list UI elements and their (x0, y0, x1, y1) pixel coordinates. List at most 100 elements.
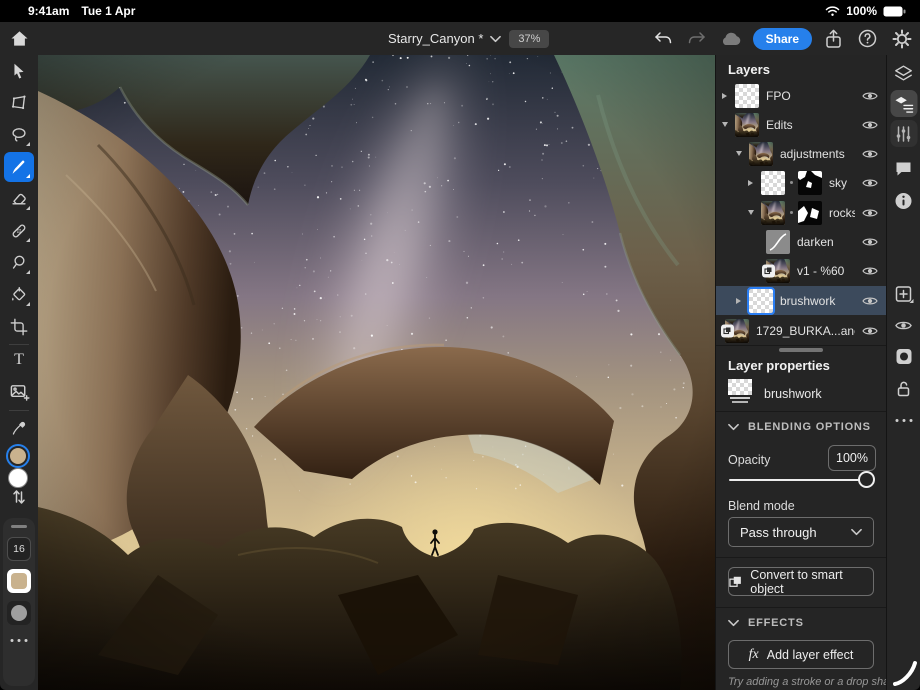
visibility-toggle[interactable] (862, 90, 878, 102)
info-icon (895, 192, 913, 210)
smart-object-thumbnail[interactable] (766, 259, 790, 283)
canvas-area[interactable] (38, 55, 715, 690)
visibility-toggle[interactable] (862, 119, 878, 131)
brush-color-chip[interactable] (7, 569, 31, 593)
add-layer-effect-button[interactable]: fx Add layer effect (728, 640, 874, 669)
opacity-slider-knob[interactable] (858, 471, 875, 488)
tool-rail: T 16 (0, 55, 38, 690)
layer-row-v1[interactable]: v1 - %60 (716, 256, 886, 285)
foreground-color-swatch[interactable] (6, 444, 30, 468)
layer-mask-button[interactable] (890, 343, 917, 370)
layers-view-button[interactable] (890, 59, 917, 86)
adjustment-layer-thumbnail[interactable] (766, 230, 790, 254)
opacity-value-field[interactable]: 100% (828, 445, 876, 471)
visibility-toggle[interactable] (862, 177, 878, 189)
export-button[interactable] (821, 26, 846, 51)
more-brush-options-button[interactable] (11, 639, 28, 642)
disclosure-down-icon[interactable] (736, 151, 742, 157)
move-tool[interactable] (4, 56, 34, 86)
visibility-toggle[interactable] (862, 325, 878, 337)
visibility-toggle[interactable] (862, 148, 878, 160)
visibility-toggle[interactable] (862, 265, 878, 277)
brush-opacity-chip[interactable] (7, 601, 31, 625)
panel-drag-handle[interactable] (11, 525, 27, 528)
convert-to-smart-object-button[interactable]: Convert to smart object (728, 567, 874, 596)
layer-properties-view-button[interactable] (890, 90, 917, 117)
brush-tool[interactable] (4, 152, 34, 182)
disclosure-right-icon[interactable] (736, 298, 742, 304)
disclosure-right-icon[interactable] (748, 180, 754, 186)
layer-thumbnail[interactable] (761, 171, 785, 195)
visibility-toggle[interactable] (862, 207, 878, 219)
home-button[interactable] (0, 22, 38, 55)
layer-row-fpo[interactable]: FPO (716, 81, 886, 110)
eye-icon (895, 319, 913, 332)
layer-row-brushwork-selected[interactable]: brushwork (716, 286, 886, 315)
layers-panel-resize-handle[interactable] (779, 348, 823, 352)
brush-size-chip[interactable]: 16 (7, 537, 31, 561)
share-button[interactable]: Share (753, 28, 812, 50)
move-tool-icon (9, 61, 29, 81)
heal-tool[interactable] (4, 216, 34, 246)
layer-thumbnail[interactable] (761, 201, 785, 225)
add-layer-button[interactable] (890, 280, 917, 307)
info-button[interactable] (890, 187, 917, 214)
document-title-menu[interactable]: Starry_Canyon * (388, 31, 501, 46)
layer-row-rocks[interactable]: rocks (716, 198, 886, 227)
disclosure-right-icon[interactable] (722, 93, 728, 99)
chevron-down-icon (728, 423, 739, 431)
eraser-tool[interactable] (4, 184, 34, 214)
lock-layer-button[interactable] (890, 375, 917, 402)
layer-row-edits[interactable]: Edits (716, 110, 886, 139)
comments-button[interactable] (890, 155, 917, 182)
layer-mask-thumbnail[interactable] (798, 201, 822, 225)
type-tool-icon: T (14, 351, 24, 369)
layer-row-adjustments[interactable]: adjustments (716, 139, 886, 168)
layer-row-sky[interactable]: sky (716, 168, 886, 197)
layer-visibility-button[interactable] (890, 312, 917, 339)
visibility-toggle[interactable] (862, 236, 878, 248)
eyedropper-tool[interactable] (4, 412, 34, 442)
redo-button[interactable] (685, 26, 710, 51)
settings-button[interactable] (889, 26, 914, 51)
transform-tool[interactable] (4, 88, 34, 118)
layer-mask-thumbnail[interactable] (798, 171, 822, 195)
effects-header[interactable]: EFFECTS (728, 617, 804, 629)
disclosure-down-icon[interactable] (748, 210, 754, 216)
layer-thumbnail[interactable] (735, 84, 759, 108)
swap-colors-button[interactable] (4, 485, 34, 509)
clone-stamp-tool[interactable] (4, 248, 34, 278)
lasso-tool[interactable] (4, 120, 34, 150)
opacity-slider[interactable] (729, 479, 873, 481)
help-button[interactable] (855, 26, 880, 51)
layer-thumbnail[interactable] (749, 289, 773, 313)
layer-row-1729[interactable]: 1729_BURKA...anced-NR33 (716, 316, 886, 345)
visibility-toggle[interactable] (862, 295, 878, 307)
type-tool[interactable]: T (4, 345, 34, 375)
undo-icon (653, 31, 673, 47)
disclosure-down-icon[interactable] (722, 122, 728, 128)
layer-row-darken[interactable]: darken (716, 227, 886, 256)
crop-tool[interactable] (4, 312, 34, 342)
undo-button[interactable] (651, 26, 676, 51)
cloud-sync-button[interactable] (719, 26, 744, 51)
more-layer-options-button[interactable] (890, 407, 917, 434)
eye-icon (862, 207, 878, 219)
adjustments-view-button[interactable] (890, 120, 917, 147)
blending-options-header[interactable]: BLENDING OPTIONS (728, 421, 871, 433)
smart-object-thumbnail[interactable] (725, 319, 749, 343)
eye-icon (862, 295, 878, 307)
layer-properties-title: Layer properties (728, 358, 830, 373)
eye-icon (862, 90, 878, 102)
place-photo-tool[interactable] (4, 377, 34, 407)
layer-thumbnail[interactable] (735, 113, 759, 137)
layer-label: 1729_BURKA...anced-NR33 (756, 324, 855, 338)
pencil-gesture-indicator (892, 660, 918, 687)
fill-tool[interactable] (4, 280, 34, 310)
blend-mode-dropdown[interactable]: Pass through (728, 517, 874, 547)
eye-icon (862, 148, 878, 160)
photoshop-ipad-app: 9:41am Tue 1 Apr 100% Starry_Canyon * 37… (0, 0, 920, 690)
status-date: Tue 1 Apr (81, 4, 135, 18)
zoom-level-badge[interactable]: 37% (509, 30, 549, 48)
layer-thumbnail[interactable] (749, 142, 773, 166)
